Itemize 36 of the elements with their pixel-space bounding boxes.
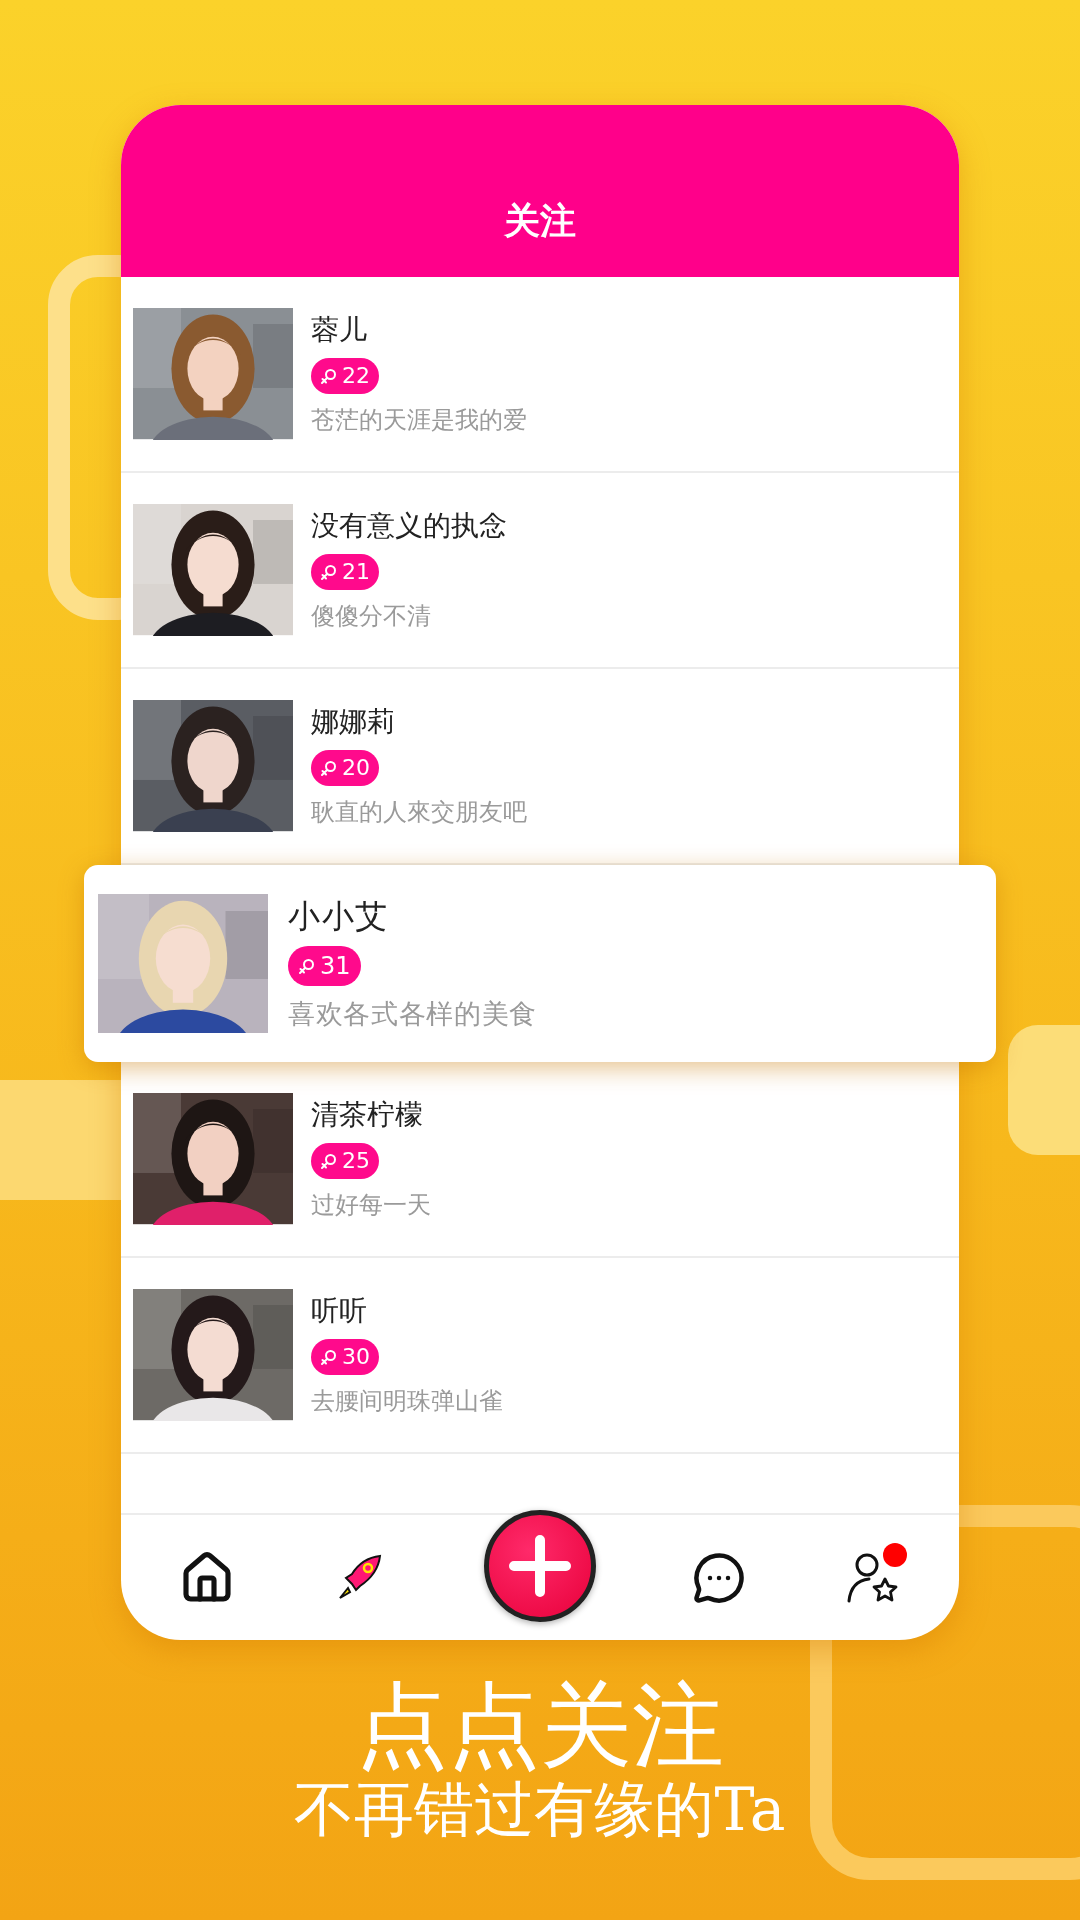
user-bio: 耿直的人來交朋友吧 <box>311 800 527 824</box>
user-name: 没有意义的执念 <box>311 512 507 540</box>
age-tag: 21 <box>311 554 379 590</box>
chat-icon[interactable] <box>692 1550 747 1605</box>
user-bio: 去腰间明珠弹山雀 <box>311 1389 503 1413</box>
user-row[interactable]: 清茶柠檬 25 过好每一天 <box>121 1062 959 1258</box>
age-tag: 25 <box>311 1143 379 1179</box>
user-name: 清茶柠檬 <box>311 1101 424 1129</box>
add-button[interactable] <box>483 1509 596 1622</box>
age-tag: 20 <box>311 750 379 786</box>
user-name: 听听 <box>311 1297 368 1325</box>
slogan-title: 点点关注 <box>356 1680 724 1772</box>
user-row[interactable]: 没有意义的执念 21 傻傻分不清 <box>121 473 959 669</box>
user-name: 娜娜莉 <box>311 708 396 736</box>
user-bio: 喜欢各式各样的美食 <box>288 1000 538 1027</box>
age-tag: 22 <box>311 358 379 394</box>
female-icon <box>320 759 338 777</box>
user-name: 小小艾 <box>288 900 390 932</box>
user-bio: 过好每一天 <box>311 1193 431 1217</box>
female-icon <box>320 563 338 581</box>
user-row[interactable]: 听听 30 去腰间明珠弹山雀 <box>121 1258 959 1454</box>
female-icon <box>320 1152 338 1170</box>
user-bio: 傻傻分不清 <box>311 604 432 628</box>
user-row[interactable]: 娜娜莉 20 耿直的人來交朋友吧 <box>121 669 959 865</box>
user-bio: 苍茫的天涯是我的爱 <box>311 408 527 432</box>
age-tag: 30 <box>311 1339 379 1375</box>
plus-icon <box>507 1533 572 1598</box>
highlighted-user-card[interactable]: 小小艾 31 喜欢各式各样的美食 <box>84 865 996 1062</box>
age-tag: 31 <box>288 946 361 986</box>
female-icon <box>320 1348 338 1366</box>
female-icon <box>298 957 316 975</box>
user-name: 蓉儿 <box>311 316 368 344</box>
user-row[interactable]: 蓉儿 22 苍茫的天涯是我的爱 <box>121 277 959 473</box>
header-title: 关注 <box>504 203 576 239</box>
slogan-subtitle: 不再错过有缘的Ta <box>294 1773 786 1846</box>
female-icon <box>320 367 338 385</box>
